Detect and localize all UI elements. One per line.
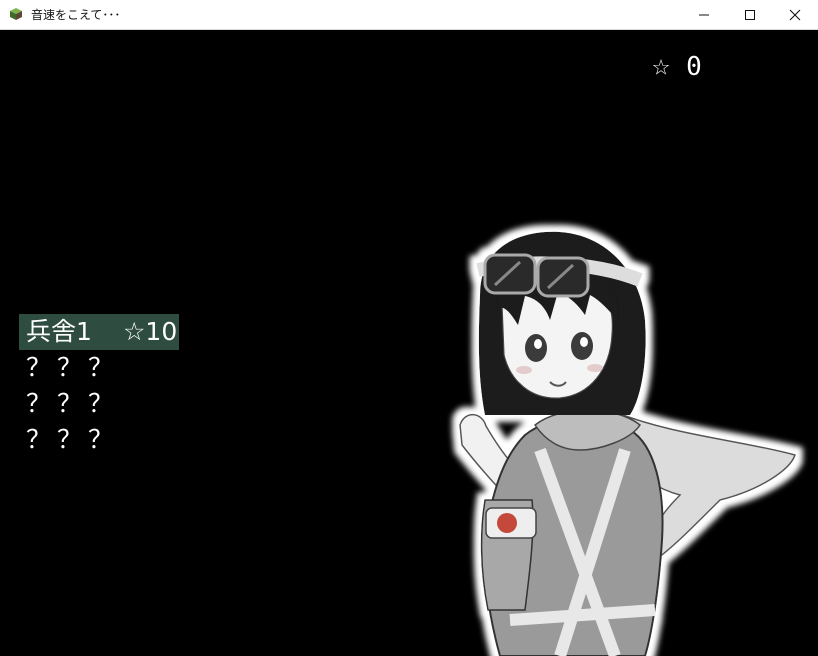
close-icon xyxy=(789,9,801,20)
character-portrait xyxy=(459,231,796,656)
close-button[interactable] xyxy=(772,0,818,29)
title-bar[interactable]: 音速をこえて･･･ xyxy=(0,0,818,30)
stage-star-cost: ☆10 xyxy=(123,317,178,346)
maximize-icon xyxy=(745,9,755,20)
stage-item-barracks-1[interactable]: 兵舎1 ☆10 xyxy=(19,314,179,350)
stage-item-locked[interactable]: ？？？ xyxy=(19,350,179,386)
stage-select-menu: 兵舎1 ☆10 ？？？ ？？？ ？？？ xyxy=(19,314,179,458)
stage-item-locked[interactable]: ？？？ xyxy=(19,386,179,422)
star-count: 0 xyxy=(686,52,702,82)
window-title: 音速をこえて･･･ xyxy=(31,8,121,22)
star-icon: ☆ xyxy=(652,48,671,83)
maximize-button[interactable] xyxy=(727,0,773,29)
star-counter: ☆ 0 xyxy=(652,50,702,83)
minimize-icon xyxy=(699,14,709,15)
rpg-cube-icon xyxy=(10,8,22,20)
minimize-button[interactable] xyxy=(681,0,727,29)
game-screen[interactable]: ☆ 0 兵舎1 ☆10 ？？？ ？？？ ？？？ xyxy=(0,30,818,656)
stage-item-locked[interactable]: ？？？ xyxy=(19,422,179,458)
stage-name: 兵舎1 xyxy=(26,317,92,346)
armband-hinomaru xyxy=(497,513,517,533)
game-window: 音速をこえて･･･ ☆ 0 兵舎1 ☆10 ？？？ ？？？ ？？？ xyxy=(0,0,818,656)
